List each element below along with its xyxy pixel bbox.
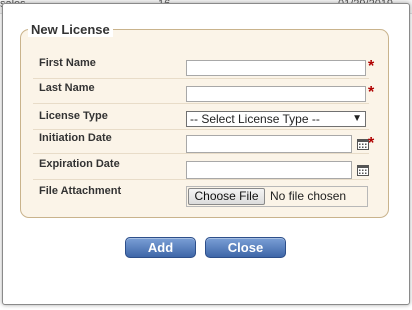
first-name-input[interactable] bbox=[186, 60, 366, 76]
expiration-date-input[interactable] bbox=[186, 161, 352, 179]
choose-file-button[interactable]: Choose File bbox=[188, 188, 265, 205]
initiation-date-label: Initiation Date bbox=[39, 132, 112, 144]
first-name-label: First Name bbox=[39, 57, 96, 69]
required-marker: * bbox=[368, 58, 375, 75]
first-name-row: First Name * bbox=[33, 56, 374, 79]
initiation-date-input[interactable] bbox=[186, 135, 352, 153]
required-marker: * bbox=[368, 84, 375, 101]
fieldset-legend: New License bbox=[28, 22, 113, 37]
dropdown-arrow-icon: ▼ bbox=[352, 113, 362, 124]
close-button[interactable]: Close bbox=[205, 237, 286, 258]
license-type-selected-value: -- Select License Type -- bbox=[190, 112, 320, 126]
last-name-label: Last Name bbox=[39, 82, 95, 94]
license-type-select[interactable]: -- Select License Type -- ▼ bbox=[186, 111, 366, 127]
expiration-date-label: Expiration Date bbox=[39, 158, 120, 170]
file-attachment-row: File Attachment Choose File No file chos… bbox=[33, 182, 369, 207]
file-attachment-input: Choose File No file chosen bbox=[186, 186, 368, 207]
initiation-date-row: Initiation Date * bbox=[33, 131, 374, 154]
required-marker: * bbox=[368, 135, 375, 152]
add-button[interactable]: Add bbox=[125, 237, 196, 258]
file-status-text: No file chosen bbox=[270, 189, 347, 203]
calendar-icon[interactable] bbox=[357, 164, 369, 176]
license-type-label: License Type bbox=[39, 110, 108, 122]
expiration-date-row: Expiration Date bbox=[33, 157, 369, 180]
file-attachment-label: File Attachment bbox=[39, 185, 122, 197]
license-type-row: License Type -- Select License Type -- ▼ bbox=[33, 107, 369, 130]
last-name-row: Last Name * bbox=[33, 81, 374, 104]
last-name-input[interactable] bbox=[186, 86, 366, 102]
